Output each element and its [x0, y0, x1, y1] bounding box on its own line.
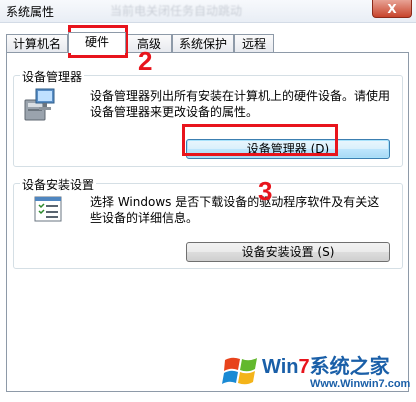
device-install-group: 设备安装设置 选择 Windows 是否下载设备的驱动程序软件及有关这些设备的详… — [13, 176, 403, 269]
device-install-button[interactable]: 设备安装设置 (S) — [186, 242, 390, 262]
device-install-description: 选择 Windows 是否下载设备的驱动程序软件及有关这些设备的详细信息。 — [90, 195, 380, 225]
device-manager-description: 设备管理器列出所有安装在计算机上的硬件设备。请使用设备管理器来更改设备的属性。 — [90, 89, 391, 119]
title-bar: 系统属性 当前电关闭任务自动跳动 X — [0, 0, 416, 23]
watermark-url: Www.Winwin7.com — [310, 378, 411, 390]
device-install-group-title: 设备安装设置 — [20, 176, 97, 193]
annotation-device-manager-box — [182, 124, 338, 156]
tab-panel-hardware: 设备管理器 设备管理器列出所有安装在计算机上的硬件设备。请使用设备管理器来更改设… — [6, 52, 409, 392]
tab-strip: 计算机名 硬件 高级 系统保护 远程 — [6, 32, 410, 54]
close-button[interactable]: X — [372, 0, 412, 18]
annotation-step-2: 2 — [138, 46, 153, 76]
tab-computer-name[interactable]: 计算机名 — [6, 34, 68, 53]
windows-logo-icon — [222, 357, 257, 385]
background-window-title: 当前电关闭任务自动跳动 — [110, 4, 243, 18]
watermark-brand-7: 7 — [298, 356, 310, 378]
tab-system-protection[interactable]: 系统保护 — [172, 34, 234, 53]
annotation-step-3: 3 — [258, 176, 273, 206]
window-title: 系统属性 — [6, 5, 55, 19]
checklist-icon — [34, 196, 62, 222]
watermark-brand-win: Win — [262, 356, 299, 378]
device-manager-icon — [24, 88, 55, 121]
watermark-brand: Win7系统之家 — [262, 350, 390, 379]
watermark-brand-rest: 系统之家 — [309, 356, 390, 378]
device-manager-group-title: 设备管理器 — [20, 68, 85, 85]
tab-remote[interactable]: 远程 — [234, 34, 274, 53]
tab-hardware[interactable]: 硬件 — [68, 32, 126, 53]
